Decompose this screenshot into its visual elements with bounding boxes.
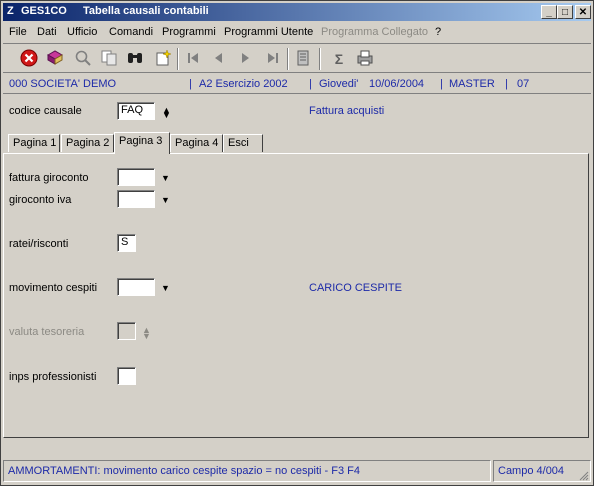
menu-ufficio[interactable]: Ufficio	[67, 26, 97, 38]
dropdown-arrow-icon[interactable]: ▼	[161, 195, 170, 205]
valuta-tesoreria-input[interactable]	[117, 322, 136, 340]
close-icon[interactable]	[19, 49, 39, 69]
sum-icon[interactable]: Σ	[329, 49, 349, 69]
search-icon[interactable]	[73, 49, 93, 69]
title-bar: Z GES1CO Tabella causali contabili _ □ ✕	[3, 3, 591, 21]
info-separator: |	[309, 78, 312, 90]
toolbar: Σ	[3, 43, 591, 73]
spin-down-icon[interactable]: ▼	[162, 110, 171, 120]
app-name: GES1CO	[21, 5, 67, 17]
inps-professionisti-input[interactable]	[117, 367, 136, 385]
spin-down-icon[interactable]: ▼	[142, 331, 151, 341]
maximize-button[interactable]: □	[557, 5, 573, 19]
book-icon[interactable]	[45, 49, 65, 69]
fattura-giroconto-input[interactable]	[117, 168, 155, 186]
menu-dati[interactable]: Dati	[37, 26, 57, 38]
codice-causale-input[interactable]: FAQ	[117, 102, 155, 120]
info-separator: |	[440, 78, 443, 90]
valuta-tesoreria-label: valuta tesoreria	[9, 326, 85, 338]
ratei-risconti-label: ratei/risconti	[9, 238, 69, 250]
new-icon[interactable]	[153, 49, 173, 69]
giroconto-iva-input[interactable]	[117, 190, 155, 208]
user-name: MASTER	[449, 78, 495, 90]
info-separator: |	[505, 78, 508, 90]
menu-comandi[interactable]: Comandi	[109, 26, 153, 38]
close-window-button[interactable]: ✕	[575, 5, 591, 19]
company-name: 000 SOCIETA' DEMO	[9, 78, 117, 90]
dropdown-arrow-icon[interactable]: ▼	[161, 173, 170, 183]
tab-pagina-3[interactable]: Pagina 3	[114, 132, 170, 154]
tab-pagina-4[interactable]: Pagina 4	[170, 134, 223, 152]
info-bar: 000 SOCIETA' DEMO | A2 Esercizio 2002 | …	[3, 75, 591, 94]
movimento-cespiti-input[interactable]	[117, 278, 155, 296]
ratei-risconti-input[interactable]: S	[117, 234, 136, 252]
codice-causale-label: codice causale	[9, 105, 82, 117]
causale-description: Fattura acquisti	[309, 105, 385, 117]
menu-programmi-utente[interactable]: Programmi Utente	[224, 26, 313, 38]
menu-file[interactable]: File	[9, 26, 27, 38]
binoculars-icon[interactable]	[125, 49, 145, 69]
first-record-icon[interactable]	[183, 49, 203, 69]
menu-programma-collegato[interactable]: Programma Collegato	[321, 26, 428, 38]
next-record-icon[interactable]	[235, 49, 255, 69]
prev-record-icon[interactable]	[209, 49, 229, 69]
window-title: Tabella causali contabili	[83, 5, 209, 17]
movimento-cespiti-label: movimento cespiti	[9, 282, 98, 294]
tab-pagina-2[interactable]: Pagina 2	[61, 134, 114, 152]
menu-bar: File Dati Ufficio Comandi Programmi Prog…	[3, 23, 591, 41]
menu-programmi[interactable]: Programmi	[162, 26, 216, 38]
main-window: Z GES1CO Tabella causali contabili _ □ ✕…	[0, 0, 594, 486]
toolbar-separator	[287, 48, 289, 70]
menu-help[interactable]: ?	[435, 26, 441, 38]
tab-panel	[3, 153, 589, 438]
last-record-icon[interactable]	[263, 49, 283, 69]
inps-professionisti-label: inps professionisti	[9, 371, 97, 383]
info-separator: |	[189, 78, 192, 90]
toolbar-separator	[177, 48, 179, 70]
status-message: AMMORTAMENTI: movimento carico cespite s…	[3, 460, 491, 482]
toolbar-separator	[319, 48, 321, 70]
exercise-year: A2 Esercizio 2002	[199, 78, 288, 90]
status-bar: AMMORTAMENTI: movimento carico cespite s…	[3, 459, 591, 483]
giroconto-iva-label: giroconto iva	[9, 194, 72, 206]
fattura-giroconto-label: fattura giroconto	[9, 172, 89, 184]
app-logo: Z	[7, 5, 14, 17]
copy-icon[interactable]	[99, 49, 119, 69]
tab-esci[interactable]: Esci	[223, 134, 263, 152]
tab-pagina-1[interactable]: Pagina 1	[8, 134, 60, 152]
movimento-cespiti-description: CARICO CESPITE	[309, 282, 402, 294]
current-date: 10/06/2004	[369, 78, 425, 90]
resize-grip-icon[interactable]	[577, 469, 589, 481]
dropdown-arrow-icon[interactable]: ▼	[161, 283, 170, 293]
day-name: Giovedi'	[319, 78, 359, 90]
user-code: 07	[517, 78, 530, 90]
print-icon[interactable]	[355, 49, 375, 69]
delete-icon[interactable]	[293, 49, 313, 69]
minimize-button[interactable]: _	[541, 5, 557, 19]
